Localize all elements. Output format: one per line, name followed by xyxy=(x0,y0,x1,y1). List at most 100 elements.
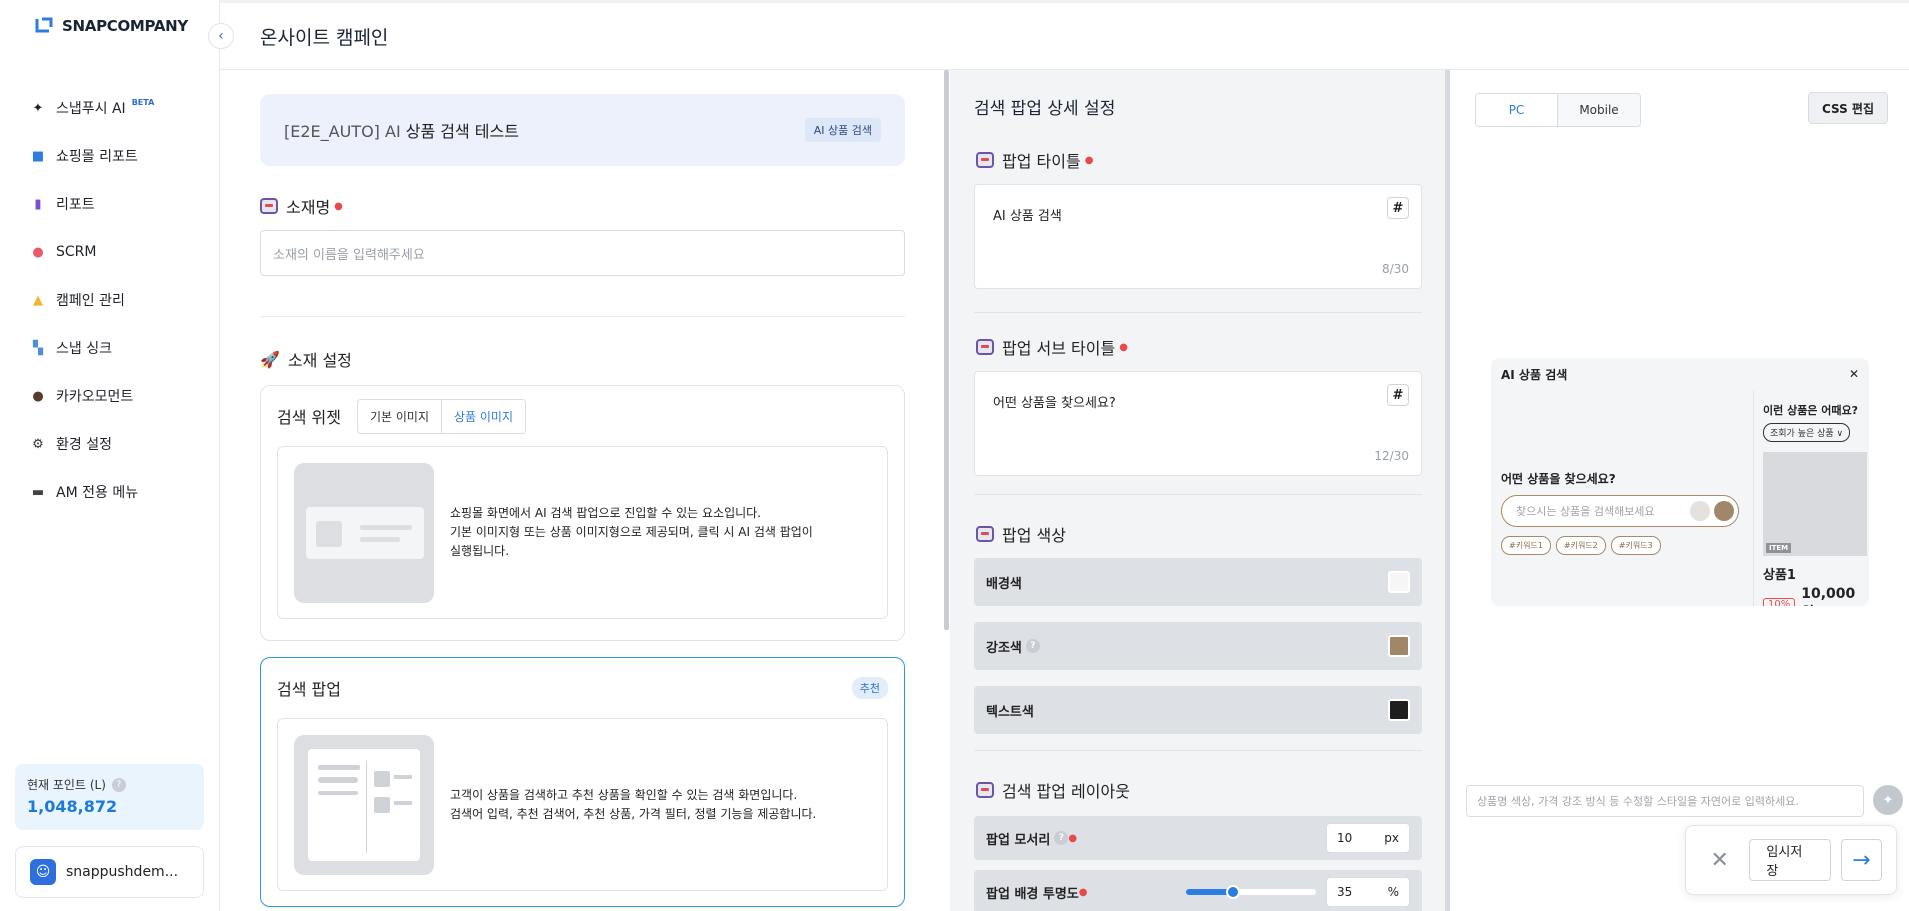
box-icon: ▬ xyxy=(31,484,45,500)
keyword-chip[interactable]: #키워드2 xyxy=(1555,536,1606,555)
radius-value: 10 xyxy=(1337,831,1353,845)
popup-description: 고객이 상품을 검색하고 추천 상품을 확인할 수 있는 검색 화면입니다. 검… xyxy=(450,786,816,824)
logo-icon xyxy=(35,17,53,33)
sidebar-item-snappush-ai[interactable]: ✦ 스냅푸시 AI BETA xyxy=(30,84,155,132)
robot-icon xyxy=(976,526,994,542)
left-scrollbar[interactable] xyxy=(944,70,949,630)
popup-preview: AI 상품 검색 ✕ 어떤 상품을 찾으세요? 찾으시는 상품을 검색해보세요 … xyxy=(1491,358,1869,606)
help-icon[interactable]: ? xyxy=(1025,639,1040,653)
css-edit-button[interactable]: CSS 편집 xyxy=(1808,92,1888,124)
points-label-row: 현재 포인트 (L) ? xyxy=(27,776,192,793)
temp-save-button[interactable]: 임시저장 xyxy=(1749,839,1831,881)
hash-icon[interactable]: # xyxy=(1387,197,1409,219)
accent-color-label: 강조색 xyxy=(986,640,1022,656)
sidebar-item-snap-sync[interactable]: ▚ 스냅 싱크 xyxy=(30,324,154,372)
recommended-badge: 추천 xyxy=(851,677,888,699)
opacity-controls: 35 % xyxy=(1186,877,1410,907)
clear-icon[interactable] xyxy=(1690,501,1710,521)
ai-magic-button[interactable]: ✦ xyxy=(1873,785,1903,815)
radius-row: 팝업 모서리 ? ● 10 px xyxy=(974,816,1422,860)
material-name-input[interactable]: 소재의 이름을 입력해주세요 xyxy=(260,230,905,276)
widget-desc-line: 실행됩니다. xyxy=(450,544,510,558)
popup-preview-title: AI 상품 검색 xyxy=(1501,367,1568,382)
opacity-label: 팝업 배경 투명도 xyxy=(986,886,1079,902)
account-button[interactable]: ☺ snappushdem... xyxy=(15,846,204,898)
popup-color-label: 팝업 색상 xyxy=(976,522,1066,546)
background-color-row[interactable]: 배경색 xyxy=(974,558,1422,606)
keyword-chip[interactable]: #키워드1 xyxy=(1501,536,1551,555)
popup-search-area: 어떤 상품을 찾으세요? 찾으시는 상품을 검색해보세요 #키워드1 #키워드2… xyxy=(1501,470,1741,555)
product-name: 상품1 xyxy=(1763,568,1796,583)
search-widget-title: 검색 위젯 xyxy=(277,408,341,427)
required-icon: ● xyxy=(334,200,343,212)
radius-label-row: 팝업 모서리 ? ● xyxy=(986,829,1077,848)
radius-unit: px xyxy=(1384,831,1399,845)
mobile-tab[interactable]: Mobile xyxy=(1558,94,1640,126)
sort-dropdown[interactable]: 조회가 높은 상품 ∨ xyxy=(1763,423,1851,442)
background-color-swatch[interactable] xyxy=(1388,571,1410,593)
robot-icon xyxy=(260,198,278,214)
search-popup-card[interactable]: 검색 팝업 추천 고객이 상품을 검색하고 추천 상품을 확인할 수 있는 검색… xyxy=(260,657,905,907)
sidebar-item-scrm[interactable]: ● SCRM xyxy=(30,228,154,276)
ai-style-input[interactable]: 상품명 색상, 가격 강조 방식 등 수정할 스타일을 자연어로 입력하세요. xyxy=(1466,785,1864,817)
text-color-swatch[interactable] xyxy=(1388,699,1410,721)
popup-desc-line: 검색어 입력, 추천 검색어, 추천 상품, 가격 필터, 정렬 기능을 제공합… xyxy=(450,806,817,821)
search-icon[interactable] xyxy=(1714,501,1734,521)
opacity-slider-thumb[interactable] xyxy=(1226,885,1240,899)
background-color-label: 배경색 xyxy=(986,576,1022,592)
page-title: 온사이트 캠페인 xyxy=(260,27,389,49)
close-icon[interactable]: ✕ xyxy=(1849,367,1859,381)
discount-badge: 10% xyxy=(1763,597,1796,606)
hash-icon[interactable]: # xyxy=(1387,384,1409,406)
search-widget-body: 쇼핑몰 화면에서 AI 검색 팝업으로 진입할 수 있는 요소입니다. 기본 이… xyxy=(277,446,888,619)
keyword-chip[interactable]: #키워드3 xyxy=(1610,536,1661,555)
chat-icon: ● xyxy=(32,388,44,404)
popup-title-value: AI 상품 검색 xyxy=(993,209,1062,224)
help-icon[interactable]: ? xyxy=(1054,831,1069,845)
divider xyxy=(974,494,1422,495)
sidebar-item-settings[interactable]: ⚙ 환경 설정 xyxy=(30,420,154,468)
arrow-right-icon: → xyxy=(1852,847,1871,873)
popup-divider xyxy=(1753,390,1754,606)
popup-sub-input[interactable]: 어떤 상품을 찾으세요? # 12/30 xyxy=(974,371,1422,476)
sidebar-item-shop-report[interactable]: ■ 쇼핑몰 리포트 xyxy=(30,132,154,180)
radius-label: 팝업 모서리 xyxy=(986,832,1051,848)
device-toggle: PC Mobile xyxy=(1475,93,1641,127)
collapse-sidebar-button[interactable]: ‹ xyxy=(208,23,234,49)
help-icon[interactable]: ? xyxy=(111,777,126,792)
accent-color-swatch[interactable] xyxy=(1388,635,1410,657)
next-button[interactable]: → xyxy=(1840,839,1882,881)
material-name-text: 소재명 xyxy=(286,198,331,217)
logo[interactable]: SNAPCOMPANY xyxy=(34,16,188,36)
sidebar-item-am-menu[interactable]: ▬ AM 전용 메뉴 xyxy=(30,468,154,516)
sidebar-item-kakao[interactable]: ● 카카오모먼트 xyxy=(30,372,154,420)
popup-sub-value: 어떤 상품을 찾으세요? xyxy=(993,396,1116,411)
popup-preview-header: AI 상품 검색 ✕ xyxy=(1491,358,1869,390)
text-color-row[interactable]: 텍스트색 xyxy=(974,686,1422,734)
sidebar-item-label: AM 전용 메뉴 xyxy=(56,485,139,501)
product-image-option[interactable]: 상품 이미지 xyxy=(440,399,525,433)
campaign-summary: [E2E_AUTO] AI 상품 검색 테스트 AI 상품 검색 xyxy=(260,94,905,166)
product-image[interactable]: ITEM xyxy=(1763,452,1867,556)
pc-tab[interactable]: PC xyxy=(1476,94,1558,126)
opacity-slider[interactable] xyxy=(1186,885,1316,899)
sidebar-item-report[interactable]: ▮ 리포트 xyxy=(30,180,154,228)
opacity-input[interactable]: 35 % xyxy=(1326,877,1410,907)
divider xyxy=(974,750,1422,751)
basic-image-option[interactable]: 기본 이미지 xyxy=(357,399,441,433)
radius-input[interactable]: 10 px xyxy=(1326,823,1410,853)
sidebar-item-label: SCRM xyxy=(56,244,97,260)
sidebar-item-campaign[interactable]: ▲ 캠페인 관리 xyxy=(30,276,154,324)
accent-color-row[interactable]: 강조색 ? xyxy=(974,622,1422,670)
campaign-type-tag: AI 상품 검색 xyxy=(804,118,881,142)
popup-search-placeholder: 찾으시는 상품을 검색해보세요 xyxy=(1516,505,1655,518)
widget-type-toggle: 기본 이미지 상품 이미지 xyxy=(356,398,526,434)
close-button[interactable]: ✕ xyxy=(1700,840,1739,880)
bell-icon: ▲ xyxy=(33,292,43,308)
opacity-value: 35 xyxy=(1337,885,1353,899)
campaign-prefix: [E2E_AUTO] AI xyxy=(284,122,401,141)
popup-title-input[interactable]: AI 상품 검색 # 8/30 xyxy=(974,184,1422,289)
popup-search-input[interactable]: 찾으시는 상품을 검색해보세요 xyxy=(1501,495,1739,527)
item-badge: ITEM xyxy=(1766,543,1792,553)
search-widget-card[interactable]: 검색 위젯 기본 이미지 상품 이미지 쇼핑몰 화면에서 AI 검색 팝업으로 … xyxy=(260,385,905,641)
